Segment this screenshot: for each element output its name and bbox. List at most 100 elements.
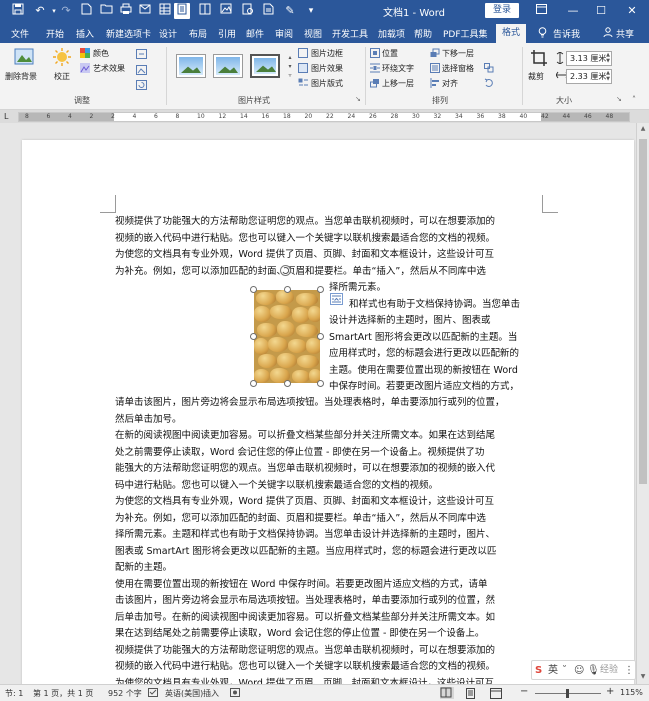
remove-background-icon[interactable]	[14, 47, 34, 70]
bring-forward-icon[interactable]	[370, 78, 380, 91]
text-line[interactable]: 视频的嵌入代码中进行粘贴。您也可以键入一个关键字以联机搜索最适合您的文档的视频。	[115, 231, 495, 246]
wrap-text-button[interactable]: 环绕文字	[382, 63, 414, 74]
print-layout-icon[interactable]	[465, 688, 476, 701]
text-line[interactable]: 后单击加号。在新的阅读视图中阅读更加容易。可以折叠文档某些部分并关注所需文本。如	[115, 610, 495, 625]
proofing-icon[interactable]	[148, 688, 158, 699]
resize-handle[interactable]	[250, 380, 257, 387]
document-page[interactable]: 视频提供了功能强大的方法帮助您证明您的观点。当您单击联机视频时，可以在想要添加的…	[22, 140, 634, 684]
align-icon[interactable]	[430, 78, 440, 91]
login-button[interactable]: 登录	[485, 3, 519, 18]
close-icon[interactable]: ✕	[621, 2, 643, 20]
text-line[interactable]: 使用在需要位置出现的新按钮在 Word 中保存时间。若要更改图片适应文档的方式，…	[115, 577, 487, 592]
picture-layout-icon[interactable]	[298, 78, 308, 91]
collapse-ribbon-icon[interactable]: ˄	[632, 95, 636, 104]
tab-format[interactable]: 格式	[496, 24, 526, 43]
text-line[interactable]: 视频提供了功能强大的方法帮助您证明您的观点。当您单击联机视频时，可以在想要添加的	[115, 643, 495, 658]
scroll-up-icon[interactable]: ▲	[637, 123, 649, 135]
spin-arrows-icon[interactable]: ▲ ▼	[606, 52, 610, 64]
text-line[interactable]: 为使您的文档具有专业外观，Word 提供了页眉、页脚、封面和文本框设计，这些设计…	[115, 247, 494, 262]
ime-language[interactable]: 英	[548, 663, 558, 678]
crop-button[interactable]: 裁剪	[528, 71, 544, 82]
position-icon[interactable]	[370, 48, 380, 61]
picture-effect-button[interactable]: 图片效果	[311, 63, 343, 74]
read-mode-icon[interactable]	[197, 3, 213, 19]
selection-pane-icon[interactable]	[430, 63, 440, 76]
tell-me-search[interactable]: 告诉我	[553, 27, 580, 40]
maximize-icon[interactable]: ☐	[590, 2, 612, 20]
width-input[interactable]: 2.33 厘米 ▲ ▼	[566, 69, 612, 84]
picture-icon[interactable]	[218, 3, 234, 19]
tab-new-tab[interactable]: 新建选项卡	[106, 27, 151, 40]
text-line[interactable]: 配新的主题。	[115, 560, 172, 575]
picture-layout-button[interactable]: 图片版式	[311, 78, 343, 89]
text-line[interactable]: 中保存时间。若要更改图片适应文档的方式，	[329, 379, 519, 394]
minimize-icon[interactable]: —	[562, 2, 584, 20]
section-indicator[interactable]: 节: 1	[5, 688, 23, 699]
macro-icon[interactable]	[230, 688, 240, 699]
zoom-slider-thumb[interactable]	[566, 689, 569, 698]
picture-style-thumbnail[interactable]	[250, 54, 280, 78]
dialog-launcher-icon[interactable]: ↘	[355, 95, 361, 103]
new-icon[interactable]	[78, 3, 94, 19]
art-effect-button[interactable]: 艺术效果	[93, 63, 125, 74]
align-button[interactable]: 对齐	[442, 78, 458, 89]
tab-view[interactable]: 视图	[304, 27, 322, 40]
resize-handle[interactable]	[317, 286, 324, 293]
tab-selector-icon[interactable]: L	[4, 112, 8, 121]
open-icon[interactable]	[98, 3, 114, 19]
print-icon[interactable]	[118, 3, 134, 19]
styles-gallery-scroll-icon[interactable]: ▴ ▾ ▿	[286, 53, 294, 81]
resize-handle[interactable]	[284, 380, 291, 387]
print-layout-icon[interactable]	[174, 3, 190, 19]
tab-developer[interactable]: 开发工具	[332, 27, 368, 40]
selected-picture[interactable]	[254, 290, 320, 383]
text-line[interactable]: 视频提供了功能强大的方法帮助您证明您的观点。当您单击联机视频时，可以在想要添加的	[115, 214, 495, 229]
word-count[interactable]: 952 个字	[108, 688, 142, 699]
position-button[interactable]: 位置	[382, 48, 398, 59]
send-backward-icon[interactable]	[430, 48, 440, 61]
text-line[interactable]: 为使您的文档具有专业外观，Word 提供了页眉、页脚、封面和文本框设计，这些设计…	[115, 494, 494, 509]
print-preview-icon[interactable]	[240, 3, 256, 19]
share-icon[interactable]	[603, 27, 613, 40]
language-indicator[interactable]: 英语(美国)	[165, 688, 203, 699]
web-layout-icon[interactable]	[490, 688, 502, 701]
tab-pdf-tools[interactable]: PDF工具集	[443, 27, 488, 40]
redo-icon[interactable]: ↷	[58, 3, 74, 19]
rotate-handle-icon[interactable]	[280, 265, 291, 276]
text-line[interactable]: 能强大的方法帮助您证明您的观点。当您单击联机视频时，可以在想要添加的视频的嵌入代	[115, 461, 495, 476]
resize-handle[interactable]	[250, 333, 257, 340]
punctuation-icon[interactable]: ˘	[562, 663, 567, 678]
tab-mailings[interactable]: 邮件	[246, 27, 264, 40]
insert-mode[interactable]: 插入	[203, 688, 219, 699]
picture-style-thumbnail[interactable]	[176, 54, 206, 78]
resize-handle[interactable]	[317, 333, 324, 340]
page-indicator[interactable]: 第 1 页，共 1 页	[33, 688, 93, 699]
text-line[interactable]: 然后单击加号。	[115, 412, 182, 427]
zoom-in-icon[interactable]: +	[606, 686, 614, 697]
text-line[interactable]: 图表或 SmartArt 图形将会更改以匹配新的主题。当应用样式时，您的标题会进…	[115, 544, 496, 559]
send-backward-button[interactable]: 下移一层	[442, 48, 474, 59]
sun-icon[interactable]	[52, 47, 72, 70]
tab-help[interactable]: 帮助	[414, 27, 432, 40]
art-effect-icon[interactable]	[80, 63, 90, 76]
text-line[interactable]: 码中进行粘贴。您也可以键入一个关键字以联机搜索最适合您的文档的视频。	[115, 478, 438, 493]
color-icon[interactable]	[80, 48, 90, 61]
save-icon[interactable]	[10, 3, 26, 19]
emoji-icon[interactable]: ☺	[574, 663, 584, 678]
zoom-level[interactable]: 115%	[620, 688, 643, 697]
resize-handle[interactable]	[284, 286, 291, 293]
horizontal-ruler[interactable]: 8 6 4 2 2 4 6 8 10 12 14 16 18 20 22 24 26 28 30 32 34 36 38 40…	[18, 112, 630, 122]
picture-border-button[interactable]: 图片边框	[311, 48, 343, 59]
table-icon[interactable]	[157, 3, 173, 19]
text-line[interactable]: 和样式也有助于文档保持协调。当您单击	[349, 297, 520, 312]
scroll-down-icon[interactable]: ▼	[637, 671, 649, 683]
paint-icon[interactable]: ✎	[282, 3, 298, 19]
correct-button[interactable]: 校正	[54, 71, 70, 82]
vertical-scrollbar[interactable]: ▲ ▼	[636, 123, 649, 684]
ime-toolbar[interactable]: S 英 ˘ ☺ 🎙 经验 ⋮	[531, 660, 636, 680]
text-line[interactable]: 处之前需要停止读取，Word 会记住您的停止位置 - 即使在另一个设备上。视频提…	[115, 445, 484, 460]
text-line[interactable]: 请单击该图片，图片旁边将会显示布局选项按钮。当处理表格时，单击要添加行或列的位置…	[115, 395, 505, 410]
tab-insert[interactable]: 插入	[76, 27, 94, 40]
text-line[interactable]: 为补充。例如，您可以添加匹配的封面、页眉和提要栏。单击“插入”，然后从不同库中选	[115, 511, 486, 526]
text-line[interactable]: 在新的阅读视图中阅读更加容易。可以折叠文档某些部分并关注所需文本。如果在达到结尾	[115, 428, 495, 443]
